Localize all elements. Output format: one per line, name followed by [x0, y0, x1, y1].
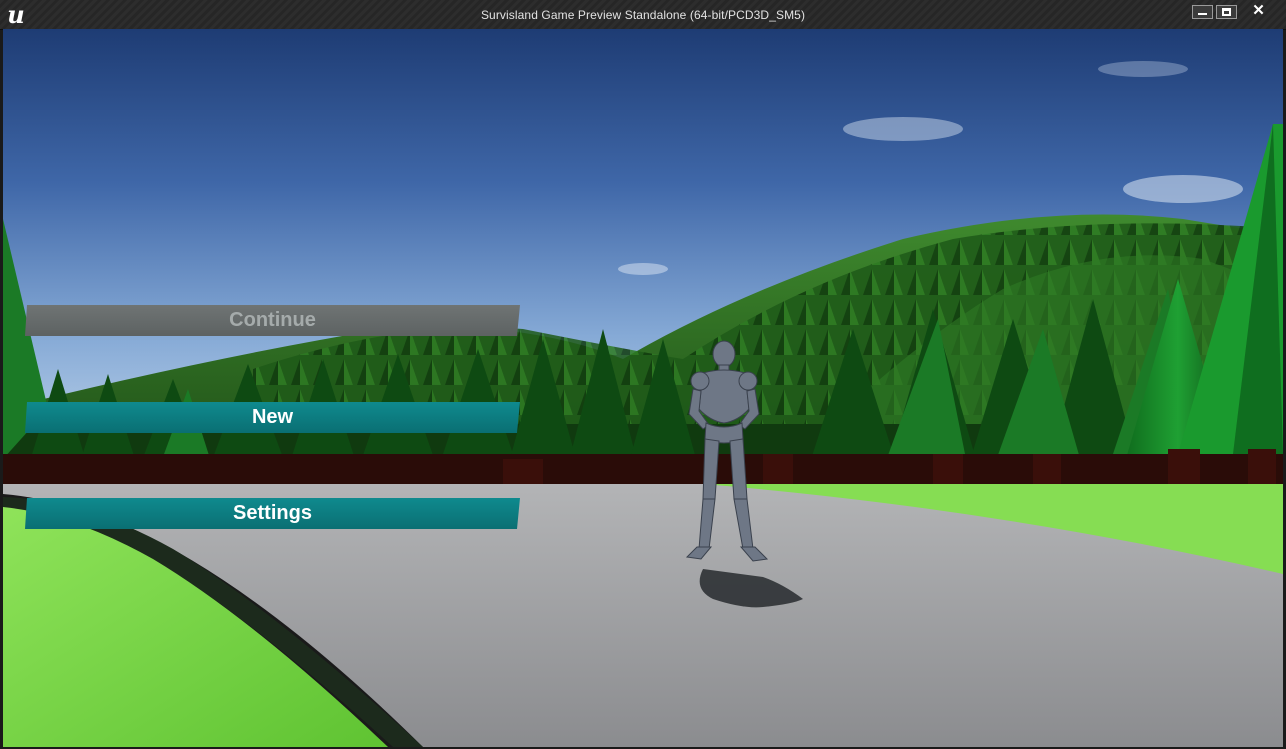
new-game-button[interactable]: New	[25, 402, 520, 433]
minimize-button[interactable]	[1192, 5, 1213, 19]
minimize-icon	[1198, 13, 1207, 15]
maximize-icon	[1222, 8, 1231, 16]
window-title: Survisland Game Preview Standalone (64-b…	[480, 8, 806, 22]
close-icon: ✕	[1252, 2, 1265, 19]
close-button[interactable]: ✕	[1240, 2, 1277, 19]
game-window: u Survisland Game Preview Standalone (64…	[0, 0, 1286, 749]
continue-button: Continue	[25, 305, 520, 336]
title-bar[interactable]: u Survisland Game Preview Standalone (64…	[0, 0, 1286, 30]
maximize-button[interactable]	[1216, 5, 1237, 19]
game-viewport[interactable]: Continue New Settings	[3, 29, 1283, 747]
settings-button[interactable]: Settings	[25, 498, 520, 529]
game-scene	[3, 29, 1283, 747]
